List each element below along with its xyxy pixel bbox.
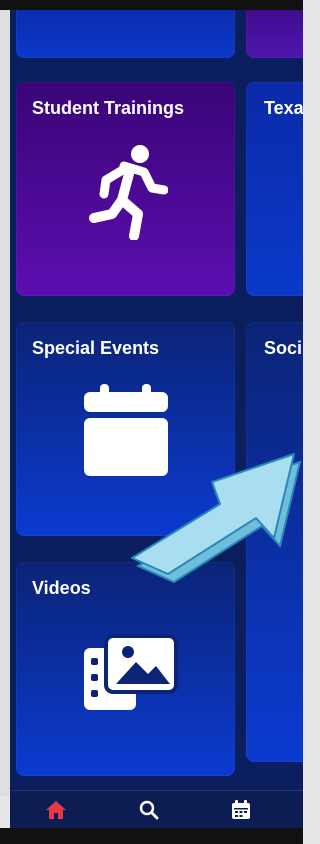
tile-label: Texa: [264, 98, 303, 118]
home-icon[interactable]: [44, 799, 68, 821]
app-content: Student Trainings Texa Special Events So…: [10, 10, 303, 796]
calendar-icon[interactable]: [229, 799, 253, 821]
tile-label: Student Trainings: [32, 98, 185, 118]
tile-top-left[interactable]: [16, 10, 235, 58]
search-icon[interactable]: [137, 799, 161, 821]
bottom-navigation: [10, 790, 303, 829]
tile-label: Special Events: [32, 338, 160, 358]
tile-label: Soci: [264, 338, 303, 358]
system-bar: [0, 828, 303, 844]
media-gallery-icon: [84, 634, 178, 710]
running-person-icon: [89, 145, 168, 240]
arrow-icon: [131, 453, 302, 584]
tile-top-right[interactable]: [246, 10, 303, 58]
left-gutter: [0, 10, 10, 796]
status-bar: [0, 0, 303, 10]
tile-texas[interactable]: Texa: [246, 82, 303, 296]
tile-student-trainings[interactable]: Student Trainings: [16, 82, 235, 296]
tile-label: Videos: [32, 578, 91, 598]
